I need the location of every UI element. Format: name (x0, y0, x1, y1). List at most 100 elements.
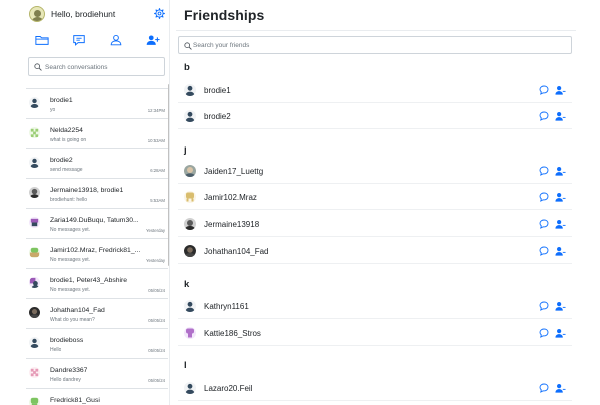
conversation-preview: send message (50, 167, 83, 173)
conversation-item[interactable]: Jamir102.Mraz, Fredrick81_... No message… (26, 239, 168, 269)
conversation-item[interactable]: Fredrick81_Gusi (26, 389, 168, 405)
search-friends-input[interactable] (193, 39, 563, 52)
search-conversations-input[interactable] (45, 60, 161, 74)
friend-name: brodie1 (204, 86, 231, 95)
conversation-time: 12:34PM (147, 108, 165, 113)
friend-name: Jamir102.Mraz (204, 193, 257, 202)
avatar (184, 327, 196, 339)
friend-row: Lazaro20.Feil (178, 375, 572, 401)
person-remove-icon[interactable] (555, 219, 566, 229)
person-remove-icon[interactable] (555, 301, 566, 311)
conversation-item[interactable]: Johathan104_Fad What do you mean? 05/05/… (26, 299, 168, 329)
avatar (29, 97, 40, 108)
conversation-name: brodie1 (50, 97, 73, 104)
conversation-name: brodie2 (50, 157, 73, 164)
friend-name: Jermaine13918 (204, 220, 260, 229)
avatar (184, 110, 196, 122)
conversation-time: 05/05/24 (148, 348, 165, 353)
chat-bubble-icon[interactable] (539, 85, 549, 95)
group-letter: k (184, 279, 190, 290)
chat-bubble-icon[interactable] (539, 219, 549, 229)
conversation-time: 05/05/24 (148, 318, 165, 323)
avatar (29, 337, 40, 348)
conversation-preview: No messages yet. (50, 287, 91, 293)
folder-icon[interactable] (35, 34, 49, 46)
conversation-time: Yesterday (146, 228, 165, 233)
sidebar-nav (0, 30, 169, 52)
avatar (184, 382, 196, 394)
search-icon (184, 42, 192, 50)
chat-bubble-icon[interactable] (539, 166, 549, 176)
conversation-item[interactable]: Nelda2254 what is going on 10:53AM (26, 119, 168, 149)
conversation-preview: what is going on (50, 137, 87, 143)
conversation-name: Nelda2254 (50, 127, 83, 134)
conversation-name: Zaria149.DuBuqu, Tatum30... (50, 217, 139, 224)
person-add-icon[interactable] (146, 34, 160, 46)
conversation-item[interactable]: Dandre3367 Hello dandrey 05/05/24 (26, 359, 168, 389)
conversation-time: 10:53AM (147, 138, 165, 143)
chat-bubble-icon[interactable] (539, 246, 549, 256)
friend-search[interactable] (178, 36, 572, 54)
person-remove-icon[interactable] (555, 111, 566, 121)
person-icon[interactable] (109, 34, 123, 46)
conversation-item[interactable]: brodieboss Hello 05/05/24 (26, 329, 168, 359)
divider (176, 30, 576, 31)
chat-bubble-icon[interactable] (539, 192, 549, 202)
conversation-name: Johathan104_Fad (50, 307, 105, 314)
conversation-item[interactable]: brodie2 send message 6:28AM (26, 149, 168, 179)
profile-header: Hello, brodiehunt (0, 0, 169, 30)
avatar (29, 307, 40, 318)
person-remove-icon[interactable] (555, 328, 566, 338)
person-remove-icon[interactable] (555, 246, 566, 256)
avatar (29, 247, 40, 258)
chat-square-icon[interactable] (72, 34, 86, 46)
avatar (29, 217, 40, 228)
search-icon (34, 63, 42, 71)
friend-row: brodie2 (178, 103, 572, 129)
chat-bubble-icon[interactable] (539, 328, 549, 338)
sidebar: Hello, brodiehunt Search conversations b… (0, 0, 170, 405)
conversation-item[interactable]: brodie1, Peter43_Abshire No messages yet… (26, 269, 168, 299)
conversation-preview: Hello dandrey (50, 377, 81, 383)
person-remove-icon[interactable] (555, 166, 566, 176)
avatar (184, 84, 196, 96)
friend-row: Jaiden17_Luettg (178, 158, 572, 184)
conversation-preview: No messages yet. (50, 257, 91, 263)
person-remove-icon[interactable] (555, 192, 566, 202)
conversation-item[interactable]: Zaria149.DuBuqu, Tatum30... No messages … (26, 209, 168, 239)
friend-row: Kattie186_Stros (178, 320, 572, 346)
person-remove-icon[interactable] (555, 383, 566, 393)
friend-name: Jaiden17_Luettg (204, 167, 264, 176)
conversation-item[interactable]: Jermaine13918, brodie1 brodiehunt: hello… (26, 179, 168, 209)
conversation-name: brodie1, Peter43_Abshire (50, 277, 128, 284)
conversation-time: 05/05/24 (148, 288, 165, 293)
friend-row: Jamir102.Mraz (178, 184, 572, 210)
friend-name: Kattie186_Stros (204, 329, 261, 338)
gear-icon[interactable] (154, 8, 165, 19)
chat-bubble-icon[interactable] (539, 301, 549, 311)
conversation-preview: No messages yet. (50, 227, 91, 233)
chat-bubble-icon[interactable] (539, 383, 549, 393)
conversation-name: Jamir102.Mraz, Fredrick81_... (50, 247, 141, 254)
chat-bubble-icon[interactable] (539, 111, 549, 121)
conversation-search[interactable] (28, 57, 165, 76)
person-remove-icon[interactable] (555, 85, 566, 95)
conversation-name: Jermaine13918, brodie1 (50, 187, 124, 194)
avatar[interactable] (29, 6, 45, 22)
conversation-time: 05/05/24 (148, 378, 165, 383)
conversation-name: brodieboss (50, 337, 84, 344)
friend-name: brodie2 (204, 112, 231, 121)
avatar (29, 277, 40, 288)
group-letter: j (184, 145, 187, 156)
conversation-preview: Hello (50, 347, 62, 353)
avatar (29, 157, 40, 168)
greeting-text: Hello, brodiehunt (51, 9, 116, 19)
conversation-name: Fredrick81_Gusi (50, 397, 100, 404)
conversation-item[interactable]: brodie1 yo 12:34PM (26, 89, 168, 119)
conversation-scrollbar[interactable] (168, 84, 169, 266)
conversation-time: 6:28AM (150, 168, 165, 173)
avatar (184, 300, 196, 312)
friend-name: Johathan104_Fad (204, 247, 269, 256)
conversation-preview: brodiehunt: hello (50, 197, 87, 203)
friend-row: Johathan104_Fad (178, 238, 572, 264)
